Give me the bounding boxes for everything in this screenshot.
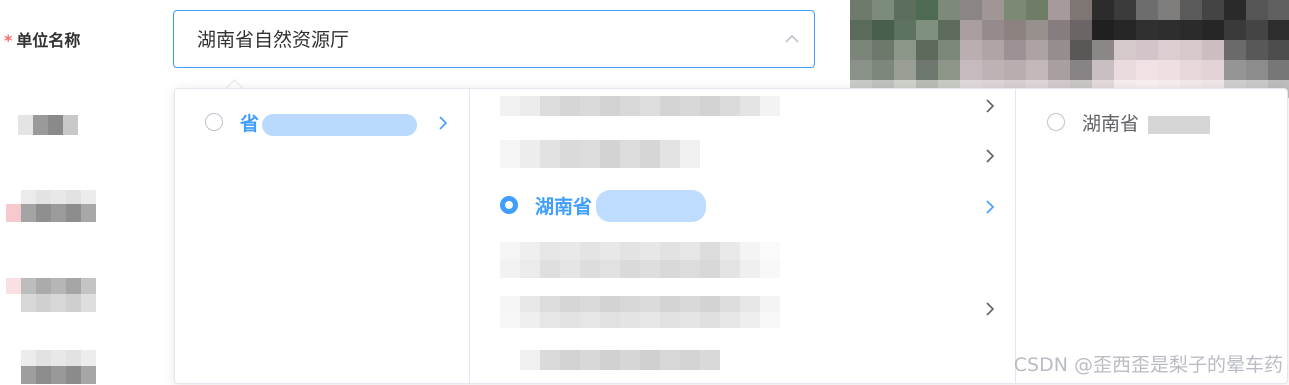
unit-name-cascader-input[interactable]: 湖南省自然资源厅 — [173, 10, 815, 68]
redacted-blur — [1148, 116, 1210, 134]
redacted-label-4 — [6, 350, 96, 384]
radio-icon[interactable] — [205, 113, 223, 131]
redacted-option-2 — [500, 140, 700, 168]
column1-option-label[interactable]: 省 — [240, 111, 259, 137]
unit-name-label: * 单位名称 — [4, 28, 80, 54]
radio-checked-icon[interactable] — [500, 196, 518, 214]
redacted-blur — [262, 114, 417, 136]
redacted-label-3 — [6, 278, 96, 312]
chevron-right-icon — [986, 302, 995, 316]
chevron-right-icon — [986, 200, 995, 214]
redacted-option-5 — [520, 350, 720, 370]
required-mark: * — [4, 31, 13, 50]
redacted-label-2 — [6, 190, 96, 222]
chevron-right-icon — [986, 149, 995, 163]
column-divider-1 — [469, 89, 470, 383]
column3-option-label[interactable]: 湖南省 — [1082, 111, 1139, 137]
redacted-option-4 — [500, 296, 780, 328]
redacted-label-1 — [18, 115, 78, 135]
label-text: 单位名称 — [16, 31, 81, 50]
chevron-right-icon — [439, 116, 448, 130]
chevron-up-icon[interactable] — [784, 33, 800, 45]
selected-value: 湖南省自然资源厅 — [197, 29, 350, 51]
column-divider-2 — [1015, 89, 1016, 383]
redacted-image — [850, 0, 1289, 100]
column2-selected-option-label[interactable]: 湖南省 — [535, 194, 592, 220]
redacted-option-1 — [500, 96, 780, 116]
csdn-watermark: CSDN @歪西歪是梨子的晕车药 — [1013, 354, 1283, 376]
redacted-blur — [596, 190, 706, 222]
chevron-right-icon — [986, 99, 995, 113]
radio-icon[interactable] — [1047, 113, 1065, 131]
redacted-option-3 — [500, 242, 780, 278]
